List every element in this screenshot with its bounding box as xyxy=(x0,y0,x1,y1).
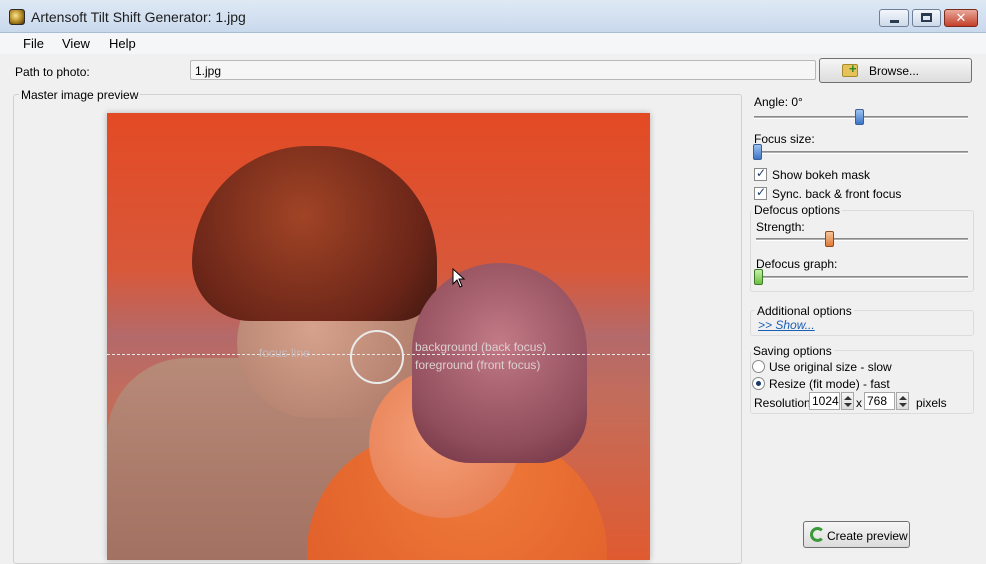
strength-slider[interactable] xyxy=(756,238,968,241)
defocus-graph-label: Defocus graph: xyxy=(756,257,838,271)
resolution-label: Resolution xyxy=(754,396,811,410)
sync-focus-label: Sync. back & front focus xyxy=(772,187,902,201)
spin-up-icon xyxy=(899,396,907,400)
close-icon: ✕ xyxy=(955,10,967,25)
spin-up-icon xyxy=(844,396,852,400)
defocus-graph-slider[interactable] xyxy=(756,276,968,279)
spin-down-icon xyxy=(844,403,852,407)
strength-label: Strength: xyxy=(756,220,805,234)
resize-label: Resize (fit mode) - fast xyxy=(769,377,890,391)
window-title: Artensoft Tilt Shift Generator: 1.jpg xyxy=(31,9,246,25)
path-field[interactable]: 1.jpg xyxy=(190,60,816,80)
original-size-label: Use original size - slow xyxy=(769,360,892,374)
show-bokeh-label: Show bokeh mask xyxy=(772,168,871,182)
minimize-button[interactable] xyxy=(879,9,909,27)
angle-slider-thumb[interactable] xyxy=(855,109,864,125)
title-bar: Artensoft Tilt Shift Generator: 1.jpg ✕ xyxy=(0,0,986,33)
front-focus-label: foreground (front focus) xyxy=(415,358,541,372)
defocus-graph-slider-thumb[interactable] xyxy=(754,269,763,285)
saving-caption: Saving options xyxy=(751,344,834,358)
folder-add-icon xyxy=(842,61,858,77)
app-icon xyxy=(9,9,25,25)
show-bokeh-checkbox[interactable] xyxy=(754,166,767,181)
pixels-label: pixels xyxy=(916,396,947,410)
focus-size-slider-thumb[interactable] xyxy=(753,144,762,160)
show-additional-link[interactable]: >> Show... xyxy=(758,318,815,332)
create-preview-button[interactable]: Create preview xyxy=(803,521,910,548)
angle-label: Angle: 0° xyxy=(754,95,803,109)
browse-button[interactable]: Browse... xyxy=(819,58,972,83)
create-preview-label: Create preview xyxy=(827,529,908,543)
mouse-cursor-icon xyxy=(452,268,466,288)
menu-file[interactable]: File xyxy=(23,36,44,51)
menu-bar: File View Help xyxy=(0,33,986,54)
height-spinner[interactable] xyxy=(896,392,909,410)
maximize-button[interactable] xyxy=(912,9,941,27)
defocus-caption: Defocus options xyxy=(752,203,843,217)
resolution-width-input[interactable]: 1024 xyxy=(809,392,840,410)
photo-hat-left xyxy=(192,146,437,321)
original-size-radio[interactable] xyxy=(752,360,765,373)
resize-radio[interactable] xyxy=(752,377,765,390)
resolution-height-input[interactable]: 768 xyxy=(864,392,895,410)
path-label: Path to photo: xyxy=(15,65,90,79)
strength-slider-thumb[interactable] xyxy=(825,231,834,247)
browse-label: Browse... xyxy=(869,64,920,78)
minimize-icon xyxy=(890,20,899,23)
width-spinner[interactable] xyxy=(841,392,854,410)
focus-center-handle[interactable] xyxy=(350,330,404,384)
path-value: 1.jpg xyxy=(195,64,222,78)
sync-focus-checkbox[interactable] xyxy=(754,185,767,200)
focus-size-slider[interactable] xyxy=(754,151,968,154)
preview-image[interactable]: focus line background (back focus) foreg… xyxy=(107,113,650,560)
additional-caption: Additional options xyxy=(755,304,854,318)
menu-view[interactable]: View xyxy=(62,36,90,51)
resolution-x-label: x xyxy=(856,396,862,410)
focus-size-label: Focus size: xyxy=(754,132,815,146)
close-button[interactable]: ✕ xyxy=(944,9,978,27)
back-focus-label: background (back focus) xyxy=(415,340,547,354)
maximize-icon xyxy=(921,13,932,22)
focus-line-label: focus line xyxy=(259,346,310,360)
refresh-icon xyxy=(810,527,825,542)
preview-caption: Master image preview xyxy=(19,88,141,102)
menu-help[interactable]: Help xyxy=(109,36,136,51)
spin-down-icon xyxy=(899,403,907,407)
